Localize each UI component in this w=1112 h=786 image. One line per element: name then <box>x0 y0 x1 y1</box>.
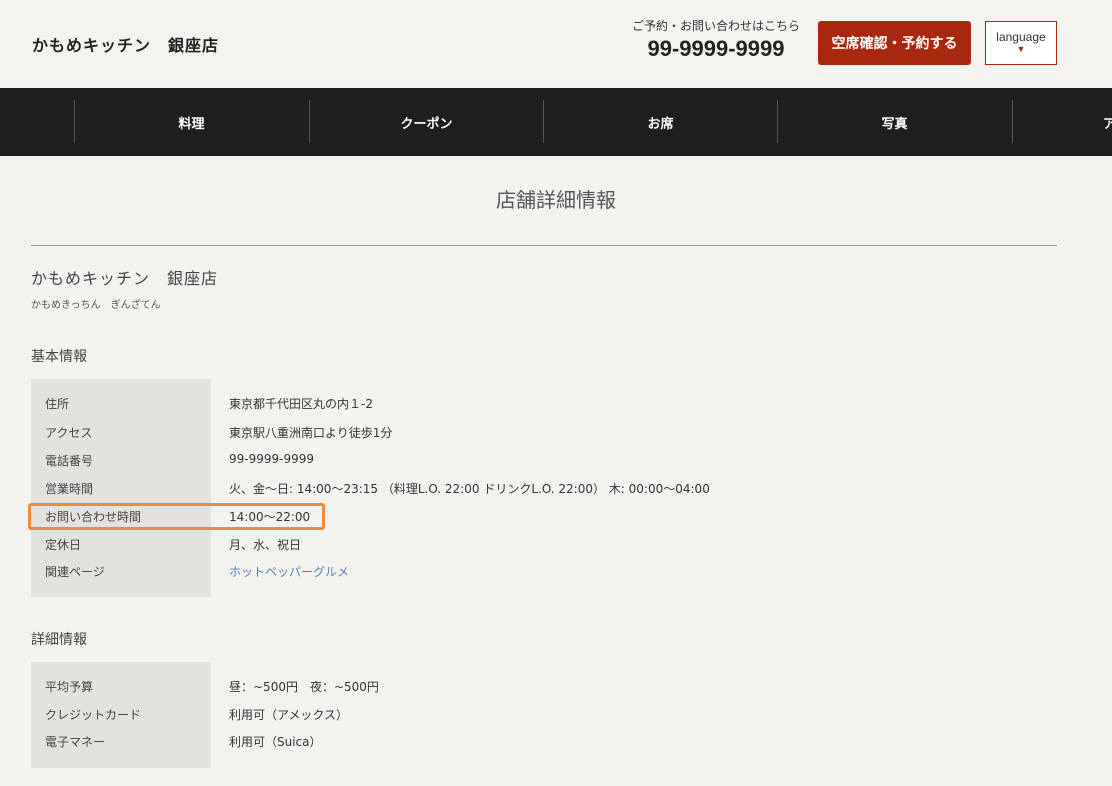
title-divider <box>31 245 1057 246</box>
row-value: 利用可（アメックス） <box>229 708 349 722</box>
row-value: 東京駅八重洲南口より徒歩1分 <box>229 426 393 440</box>
row-label: 電子マネー <box>45 735 106 749</box>
table-row: 営業時間 火、金〜日: 14:00〜23:15 （料理L.O. 22:00 ドリ… <box>31 474 1057 502</box>
table-row: 電子マネー 利用可（Suica） <box>31 727 1057 755</box>
row-label: 電話番号 <box>45 454 94 468</box>
nav-item-cuisine[interactable]: 料理 <box>75 88 308 156</box>
contact-phone[interactable]: 99-9999-9999 <box>626 34 806 64</box>
page-title: 店舗詳細情報 <box>496 188 616 212</box>
nav-item-seats[interactable]: お席 <box>544 88 777 156</box>
row-value: 99-9999-9999 <box>229 452 315 466</box>
row-label: アクセス <box>45 426 93 440</box>
row-label: 営業時間 <box>45 482 94 496</box>
row-label: 住所 <box>45 397 70 411</box>
table-row: 平均予算 昼：~500円 夜：~500円 <box>31 672 1057 700</box>
language-button[interactable]: language ▼ <box>985 21 1057 65</box>
detail-info-heading: 詳細情報 <box>31 632 87 648</box>
reserve-button[interactable]: 空席確認・予約する <box>818 21 971 65</box>
row-value: 利用可（Suica） <box>229 735 322 749</box>
table-row: クレジットカード 利用可（アメックス） <box>31 700 1057 728</box>
main-nav: 料理 クーポン お席 写真 ア <box>0 88 1112 156</box>
shop-name-kana: かもめきっちん ぎんざてん <box>31 300 161 311</box>
row-value: 東京都千代田区丸の内１-2 <box>229 397 373 411</box>
contact-block: ご予約・お問い合わせはこちら 99-9999-9999 <box>626 18 806 64</box>
table-row: アクセス 東京駅八重洲南口より徒歩1分 <box>31 418 1057 446</box>
row-label: 平均予算 <box>45 680 94 694</box>
row-label: 定休日 <box>45 538 82 552</box>
nav-item-coupon[interactable]: クーポン <box>310 88 543 156</box>
row-label: 関連ページ <box>45 565 105 579</box>
site-header: かもめキッチン 銀座店 ご予約・お問い合わせはこちら 99-9999-9999 … <box>0 0 1112 88</box>
table-row: 住所 東京都千代田区丸の内１-2 <box>31 389 1057 417</box>
table-row: 関連ページ ホットペッパーグルメ <box>31 557 1057 585</box>
related-page-link[interactable]: ホットペッパーグルメ <box>229 563 349 580</box>
table-row: 定休日 月、水、祝日 <box>31 530 1057 558</box>
site-logo[interactable]: かもめキッチン 銀座店 <box>32 32 219 56</box>
caret-down-icon: ▼ <box>1016 44 1026 54</box>
language-label: language <box>996 30 1046 44</box>
highlight-box <box>28 503 325 530</box>
table-row: 電話番号 99-9999-9999 <box>31 446 1057 474</box>
detail-info-table: 平均予算 昼：~500円 夜：~500円 クレジットカード 利用可（アメックス）… <box>31 662 1057 768</box>
contact-label: ご予約・お問い合わせはこちら <box>631 19 800 33</box>
row-value: 火、金〜日: 14:00〜23:15 （料理L.O. 22:00 ドリンクL.O… <box>229 482 710 496</box>
basic-info-heading: 基本情報 <box>31 349 87 365</box>
nav-item-access[interactable]: ア <box>1013 88 1112 156</box>
basic-info-table: 住所 東京都千代田区丸の内１-2 アクセス 東京駅八重洲南口より徒歩1分 電話番… <box>31 379 1057 597</box>
nav-item-access-label: ア <box>1102 116 1112 132</box>
row-value: 昼：~500円 夜：~500円 <box>229 680 379 694</box>
row-value: 月、水、祝日 <box>229 538 302 552</box>
shop-name: かもめキッチン 銀座店 <box>31 269 219 288</box>
row-label: クレジットカード <box>45 708 142 722</box>
nav-item-photos[interactable]: 写真 <box>778 88 1011 156</box>
